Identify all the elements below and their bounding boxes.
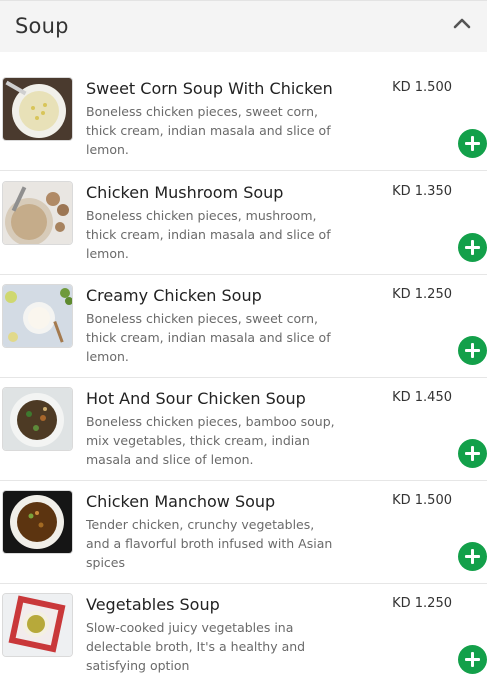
- item-description: Slow-cooked juicy vegetables ina delecta…: [86, 620, 306, 673]
- item-image: [2, 181, 73, 245]
- item-image: [2, 490, 73, 554]
- add-to-cart-button[interactable]: [458, 439, 487, 468]
- section-title: Soup: [15, 14, 69, 38]
- menu-item[interactable]: Chicken Mushroom Soup Boneless chicken p…: [0, 171, 487, 275]
- item-price: KD 1.450: [392, 390, 452, 405]
- item-image: [2, 77, 73, 141]
- item-description: Boneless chicken pieces, bamboo soup, mi…: [86, 414, 335, 467]
- item-image: [2, 387, 73, 451]
- menu-item[interactable]: Sweet Corn Soup With Chicken Boneless ch…: [0, 67, 487, 171]
- item-name: Chicken Manchow Soup: [86, 492, 276, 511]
- item-description: Tender chicken, crunchy vegetables, and …: [86, 517, 333, 570]
- section-header[interactable]: Soup: [0, 0, 487, 52]
- add-to-cart-button[interactable]: [458, 129, 487, 158]
- item-description: Boneless chicken pieces, sweet corn, thi…: [86, 104, 331, 157]
- menu-item[interactable]: Creamy Chicken Soup Boneless chicken pie…: [0, 274, 487, 378]
- chevron-up-icon[interactable]: [452, 15, 472, 31]
- item-price: KD 1.250: [392, 596, 452, 611]
- add-to-cart-button[interactable]: [458, 233, 487, 262]
- menu-item[interactable]: Hot And Sour Chicken Soup Boneless chick…: [0, 377, 487, 481]
- item-name: Sweet Corn Soup With Chicken: [86, 79, 333, 98]
- item-name: Hot And Sour Chicken Soup: [86, 389, 306, 408]
- add-to-cart-button[interactable]: [458, 645, 487, 674]
- item-price: KD 1.350: [392, 184, 452, 199]
- item-name: Vegetables Soup: [86, 595, 220, 614]
- item-price: KD 1.500: [392, 493, 452, 508]
- item-name: Chicken Mushroom Soup: [86, 183, 284, 202]
- item-price: KD 1.500: [392, 80, 452, 95]
- item-description: Boneless chicken pieces, sweet corn, thi…: [86, 311, 331, 364]
- menu-item[interactable]: Chicken Manchow Soup Tender chicken, cru…: [0, 480, 487, 584]
- add-to-cart-button[interactable]: [458, 542, 487, 571]
- item-name: Creamy Chicken Soup: [86, 286, 262, 305]
- add-to-cart-button[interactable]: [458, 336, 487, 365]
- item-image: [2, 593, 73, 657]
- menu-item[interactable]: Vegetables Soup Slow-cooked juicy vegeta…: [0, 583, 487, 687]
- item-price: KD 1.250: [392, 287, 452, 302]
- item-image: [2, 284, 73, 348]
- item-description: Boneless chicken pieces, mushroom, thick…: [86, 208, 331, 261]
